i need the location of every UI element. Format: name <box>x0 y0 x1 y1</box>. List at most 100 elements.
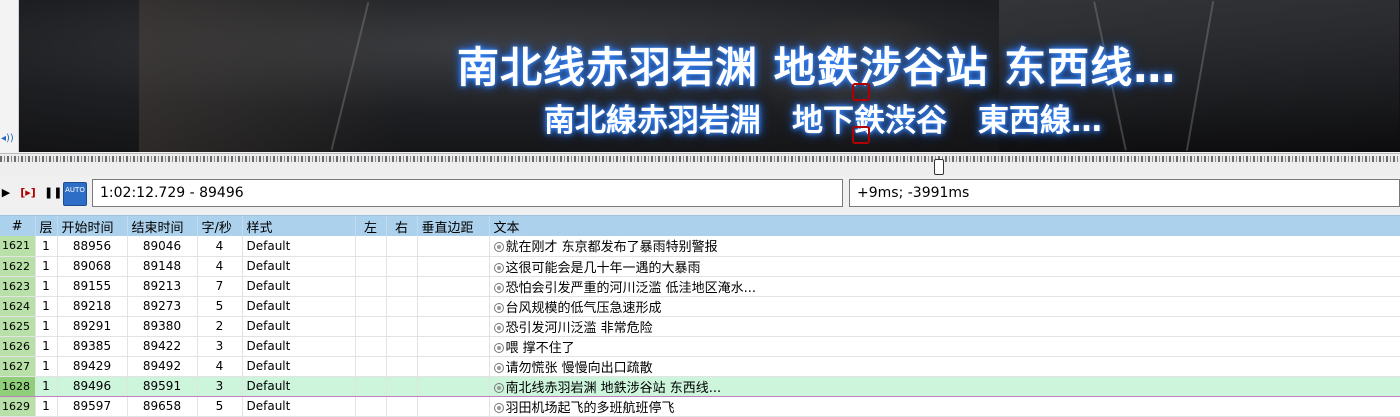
row-layer[interactable]: 1 <box>35 256 58 277</box>
row-number[interactable]: 1627 <box>0 356 36 377</box>
col-header-style[interactable]: 样式 <box>242 216 356 236</box>
row-end-time[interactable]: 89273 <box>127 296 198 317</box>
row-start-time[interactable]: 89155 <box>57 276 128 297</box>
row-number[interactable]: 1623 <box>0 276 36 297</box>
col-header-vmargin[interactable]: 垂直边距 <box>417 216 490 236</box>
row-margin-right[interactable] <box>386 296 418 317</box>
row-layer[interactable]: 1 <box>35 396 58 417</box>
col-header-number[interactable]: # <box>0 216 36 236</box>
table-row[interactable]: 1626 1 89385 89422 3 Default 喂 撑不住了 <box>0 336 1400 357</box>
row-margin-vertical[interactable] <box>417 276 490 297</box>
position-marker-icon[interactable] <box>852 83 870 101</box>
row-end-time[interactable]: 89422 <box>127 336 198 357</box>
row-start-time[interactable]: 89385 <box>57 336 128 357</box>
row-layer[interactable]: 1 <box>35 276 58 297</box>
row-text[interactable]: 南北线赤羽岩渊 地鉄涉谷站 东西线... <box>489 375 1400 397</box>
row-end-time[interactable]: 89148 <box>127 256 198 277</box>
row-margin-left[interactable] <box>355 276 387 297</box>
table-row[interactable]: 1627 1 89429 89492 4 Default 请勿慌张 慢慢向出口疏散 <box>0 356 1400 377</box>
time-field[interactable]: 1:02:12.729 - 89496 <box>92 179 843 207</box>
row-number[interactable]: 1622 <box>0 256 36 277</box>
row-style[interactable]: Default <box>242 356 356 377</box>
row-cps[interactable]: 7 <box>197 276 243 297</box>
col-header-end[interactable]: 结束时间 <box>127 216 198 236</box>
row-margin-left[interactable] <box>355 356 387 377</box>
row-margin-left[interactable] <box>355 375 387 397</box>
row-margin-right[interactable] <box>386 336 418 357</box>
row-text[interactable]: 这很可能会是几十年一遇的大暴雨 <box>489 256 1400 277</box>
row-start-time[interactable]: 89429 <box>57 356 128 377</box>
row-number[interactable]: 1621 <box>0 236 36 257</box>
row-style[interactable]: Default <box>242 276 356 297</box>
row-layer[interactable]: 1 <box>35 375 58 397</box>
row-cps[interactable]: 4 <box>197 256 243 277</box>
row-margin-right[interactable] <box>386 276 418 297</box>
row-end-time[interactable]: 89213 <box>127 276 198 297</box>
row-margin-left[interactable] <box>355 316 387 337</box>
row-style[interactable]: Default <box>242 375 356 397</box>
row-start-time[interactable]: 89068 <box>57 256 128 277</box>
row-number[interactable]: 1629 <box>0 396 36 417</box>
table-row[interactable]: 1624 1 89218 89273 5 Default 台风规模的低气压急速形成 <box>0 296 1400 317</box>
row-margin-vertical[interactable] <box>417 296 490 317</box>
row-margin-right[interactable] <box>386 396 418 417</box>
row-margin-right[interactable] <box>386 256 418 277</box>
auto-scroll-button[interactable]: AUTO <box>63 182 87 206</box>
row-layer[interactable]: 1 <box>35 316 58 337</box>
row-end-time[interactable]: 89380 <box>127 316 198 337</box>
position-marker-icon[interactable] <box>852 126 870 144</box>
row-margin-vertical[interactable] <box>417 375 490 397</box>
row-layer[interactable]: 1 <box>35 356 58 377</box>
row-end-time[interactable]: 89591 <box>127 375 198 397</box>
col-header-cps[interactable]: 字/秒 <box>197 216 243 236</box>
row-margin-vertical[interactable] <box>417 256 490 277</box>
row-end-time[interactable]: 89658 <box>127 396 198 417</box>
row-style[interactable]: Default <box>242 316 356 337</box>
play-icon[interactable]: ▶ <box>1 185 11 201</box>
offset-field[interactable]: +9ms; -3991ms <box>849 179 1400 207</box>
row-layer[interactable]: 1 <box>35 336 58 357</box>
row-margin-left[interactable] <box>355 256 387 277</box>
row-layer[interactable]: 1 <box>35 296 58 317</box>
row-text[interactable]: 羽田机场起飞的多班航班停飞 <box>489 396 1400 417</box>
row-text[interactable]: 就在刚才 东京都发布了暴雨特别警报 <box>489 236 1400 257</box>
row-cps[interactable]: 3 <box>197 336 243 357</box>
row-margin-vertical[interactable] <box>417 396 490 417</box>
pause-icon[interactable]: ❚❚ <box>44 185 62 201</box>
row-cps[interactable]: 5 <box>197 396 243 417</box>
video-preview[interactable]: 南北线赤羽岩渊 地鉄涉谷站 东西线… 南北線赤羽岩淵 地下鉄渋谷 東西線… <box>19 0 1400 152</box>
row-cps[interactable]: 3 <box>197 375 243 397</box>
row-margin-left[interactable] <box>355 396 387 417</box>
col-header-right[interactable]: 右 <box>386 216 418 236</box>
row-cps[interactable]: 5 <box>197 296 243 317</box>
col-header-layer[interactable]: 层 <box>35 216 58 236</box>
row-cps[interactable]: 2 <box>197 316 243 337</box>
row-start-time[interactable]: 89218 <box>57 296 128 317</box>
row-text[interactable]: 恐引发河川泛滥 非常危险 <box>489 316 1400 337</box>
seek-thumb[interactable] <box>934 159 944 175</box>
row-end-time[interactable]: 89492 <box>127 356 198 377</box>
play-selection-icon[interactable]: [▸] <box>17 185 39 201</box>
row-style[interactable]: Default <box>242 396 356 417</box>
col-header-start[interactable]: 开始时间 <box>57 216 128 236</box>
row-cps[interactable]: 4 <box>197 356 243 377</box>
table-row[interactable]: 1628 1 89496 89591 3 Default 南北线赤羽岩渊 地鉄涉谷站 东西线… <box>0 375 1400 397</box>
row-margin-vertical[interactable] <box>417 316 490 337</box>
row-margin-vertical[interactable] <box>417 236 490 257</box>
row-text[interactable]: 台风规模的低气压急速形成 <box>489 296 1400 317</box>
table-row[interactable]: 1623 1 89155 89213 7 Default 恐怕会引发严重的河川泛滥 低洼地区… <box>0 276 1400 297</box>
row-margin-right[interactable] <box>386 356 418 377</box>
table-row[interactable]: 1621 1 88956 89046 4 Default 就在刚才 东京都发布了暴雨特别警报 <box>0 236 1400 257</box>
row-text[interactable]: 恐怕会引发严重的河川泛滥 低洼地区淹水... <box>489 276 1400 297</box>
row-number[interactable]: 1628 <box>0 375 36 397</box>
row-style[interactable]: Default <box>242 296 356 317</box>
row-end-time[interactable]: 89046 <box>127 236 198 257</box>
row-number[interactable]: 1626 <box>0 336 36 357</box>
table-row[interactable]: 1625 1 89291 89380 2 Default 恐引发河川泛滥 非常危险 <box>0 316 1400 337</box>
row-layer[interactable]: 1 <box>35 236 58 257</box>
seek-bar[interactable] <box>0 153 1400 176</box>
row-style[interactable]: Default <box>242 336 356 357</box>
row-margin-vertical[interactable] <box>417 336 490 357</box>
row-margin-right[interactable] <box>386 236 418 257</box>
row-number[interactable]: 1625 <box>0 316 36 337</box>
